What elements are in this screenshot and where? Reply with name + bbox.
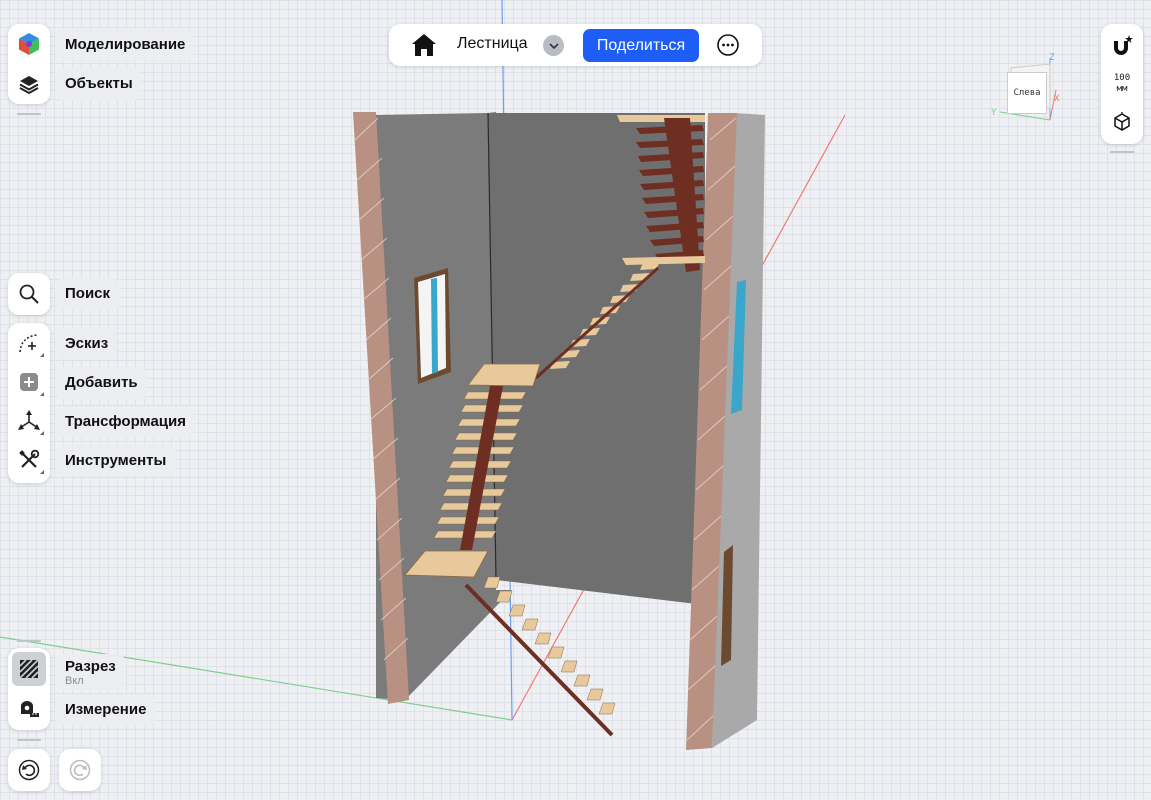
view-cube-left-face[interactable]: Слева: [1007, 72, 1047, 114]
search-button[interactable]: [8, 273, 50, 315]
chevron-down-icon: [548, 41, 559, 51]
snap-magnet-button[interactable]: [1111, 34, 1133, 58]
add-button[interactable]: [8, 362, 50, 401]
redo-button[interactable]: [59, 749, 101, 791]
search-icon: [18, 283, 40, 305]
document-title[interactable]: Лестница: [457, 35, 528, 53]
transform-arrows-icon: [17, 409, 41, 433]
undo-button[interactable]: [8, 749, 50, 791]
modeling-button[interactable]: [8, 24, 50, 64]
view-projection-button[interactable]: [1112, 112, 1132, 132]
objects-label[interactable]: Объекты: [56, 68, 142, 100]
layers-icon: [18, 73, 40, 95]
add-label[interactable]: Добавить: [56, 367, 147, 399]
left-bottom-toolbar: [8, 648, 50, 730]
tape-measure-icon: [18, 699, 40, 721]
add-plus-icon: [19, 372, 39, 392]
search-group: [8, 273, 50, 315]
home-icon: [411, 32, 437, 58]
tools-label[interactable]: Инструменты: [56, 445, 176, 477]
magnet-icon: [1111, 34, 1133, 58]
right-separator: [1110, 151, 1134, 153]
viewport-3d-scene[interactable]: [0, 0, 1151, 800]
left-bottom-separator: [17, 739, 41, 741]
section-label[interactable]: Разрез Вкл: [56, 654, 125, 690]
axis-z-label: Z: [1049, 53, 1055, 63]
tools-button[interactable]: [8, 440, 50, 479]
transform-button[interactable]: [8, 401, 50, 440]
section-state-text: Вкл: [65, 675, 84, 687]
left-top-separator: [17, 113, 41, 115]
right-toolbar: 100 мм: [1101, 24, 1143, 144]
axis-x-label: X: [1054, 94, 1060, 104]
undo-icon: [18, 759, 40, 781]
home-button[interactable]: [411, 32, 437, 58]
title-dropdown-button[interactable]: [543, 35, 564, 56]
sketch-arc-icon: [17, 331, 41, 355]
more-dots-icon: [717, 34, 739, 56]
section-button[interactable]: [8, 648, 50, 690]
share-button[interactable]: Поделиться: [583, 29, 699, 62]
top-bar: Лестница Поделиться: [389, 24, 762, 66]
left-mid-toolbar: [8, 323, 50, 483]
transform-label[interactable]: Трансформация: [56, 406, 195, 438]
more-options-button[interactable]: [717, 34, 739, 56]
wrench-screwdriver-icon: [18, 449, 40, 471]
left-top-toolbar: [8, 24, 50, 104]
section-cut-icon: [12, 652, 46, 686]
grid-size-unit: мм: [1116, 84, 1128, 94]
left-bottom-separator-top: [17, 640, 41, 642]
redo-icon: [69, 759, 91, 781]
grid-size-value: 100: [1113, 73, 1131, 83]
cube-outline-icon: [1112, 112, 1132, 132]
measure-button[interactable]: [8, 690, 50, 730]
cube-app-icon: [17, 32, 41, 56]
modeling-label[interactable]: Моделирование: [56, 29, 195, 61]
search-label[interactable]: Поиск: [56, 278, 120, 310]
sketch-label[interactable]: Эскиз: [56, 328, 118, 360]
grid-size-readout[interactable]: 100 мм: [1101, 73, 1143, 95]
sketch-button[interactable]: [8, 323, 50, 362]
objects-button[interactable]: [8, 64, 50, 104]
section-label-text: Разрез: [65, 658, 116, 675]
measure-label[interactable]: Измерение: [56, 694, 156, 726]
axis-y-label: Y: [991, 108, 997, 118]
